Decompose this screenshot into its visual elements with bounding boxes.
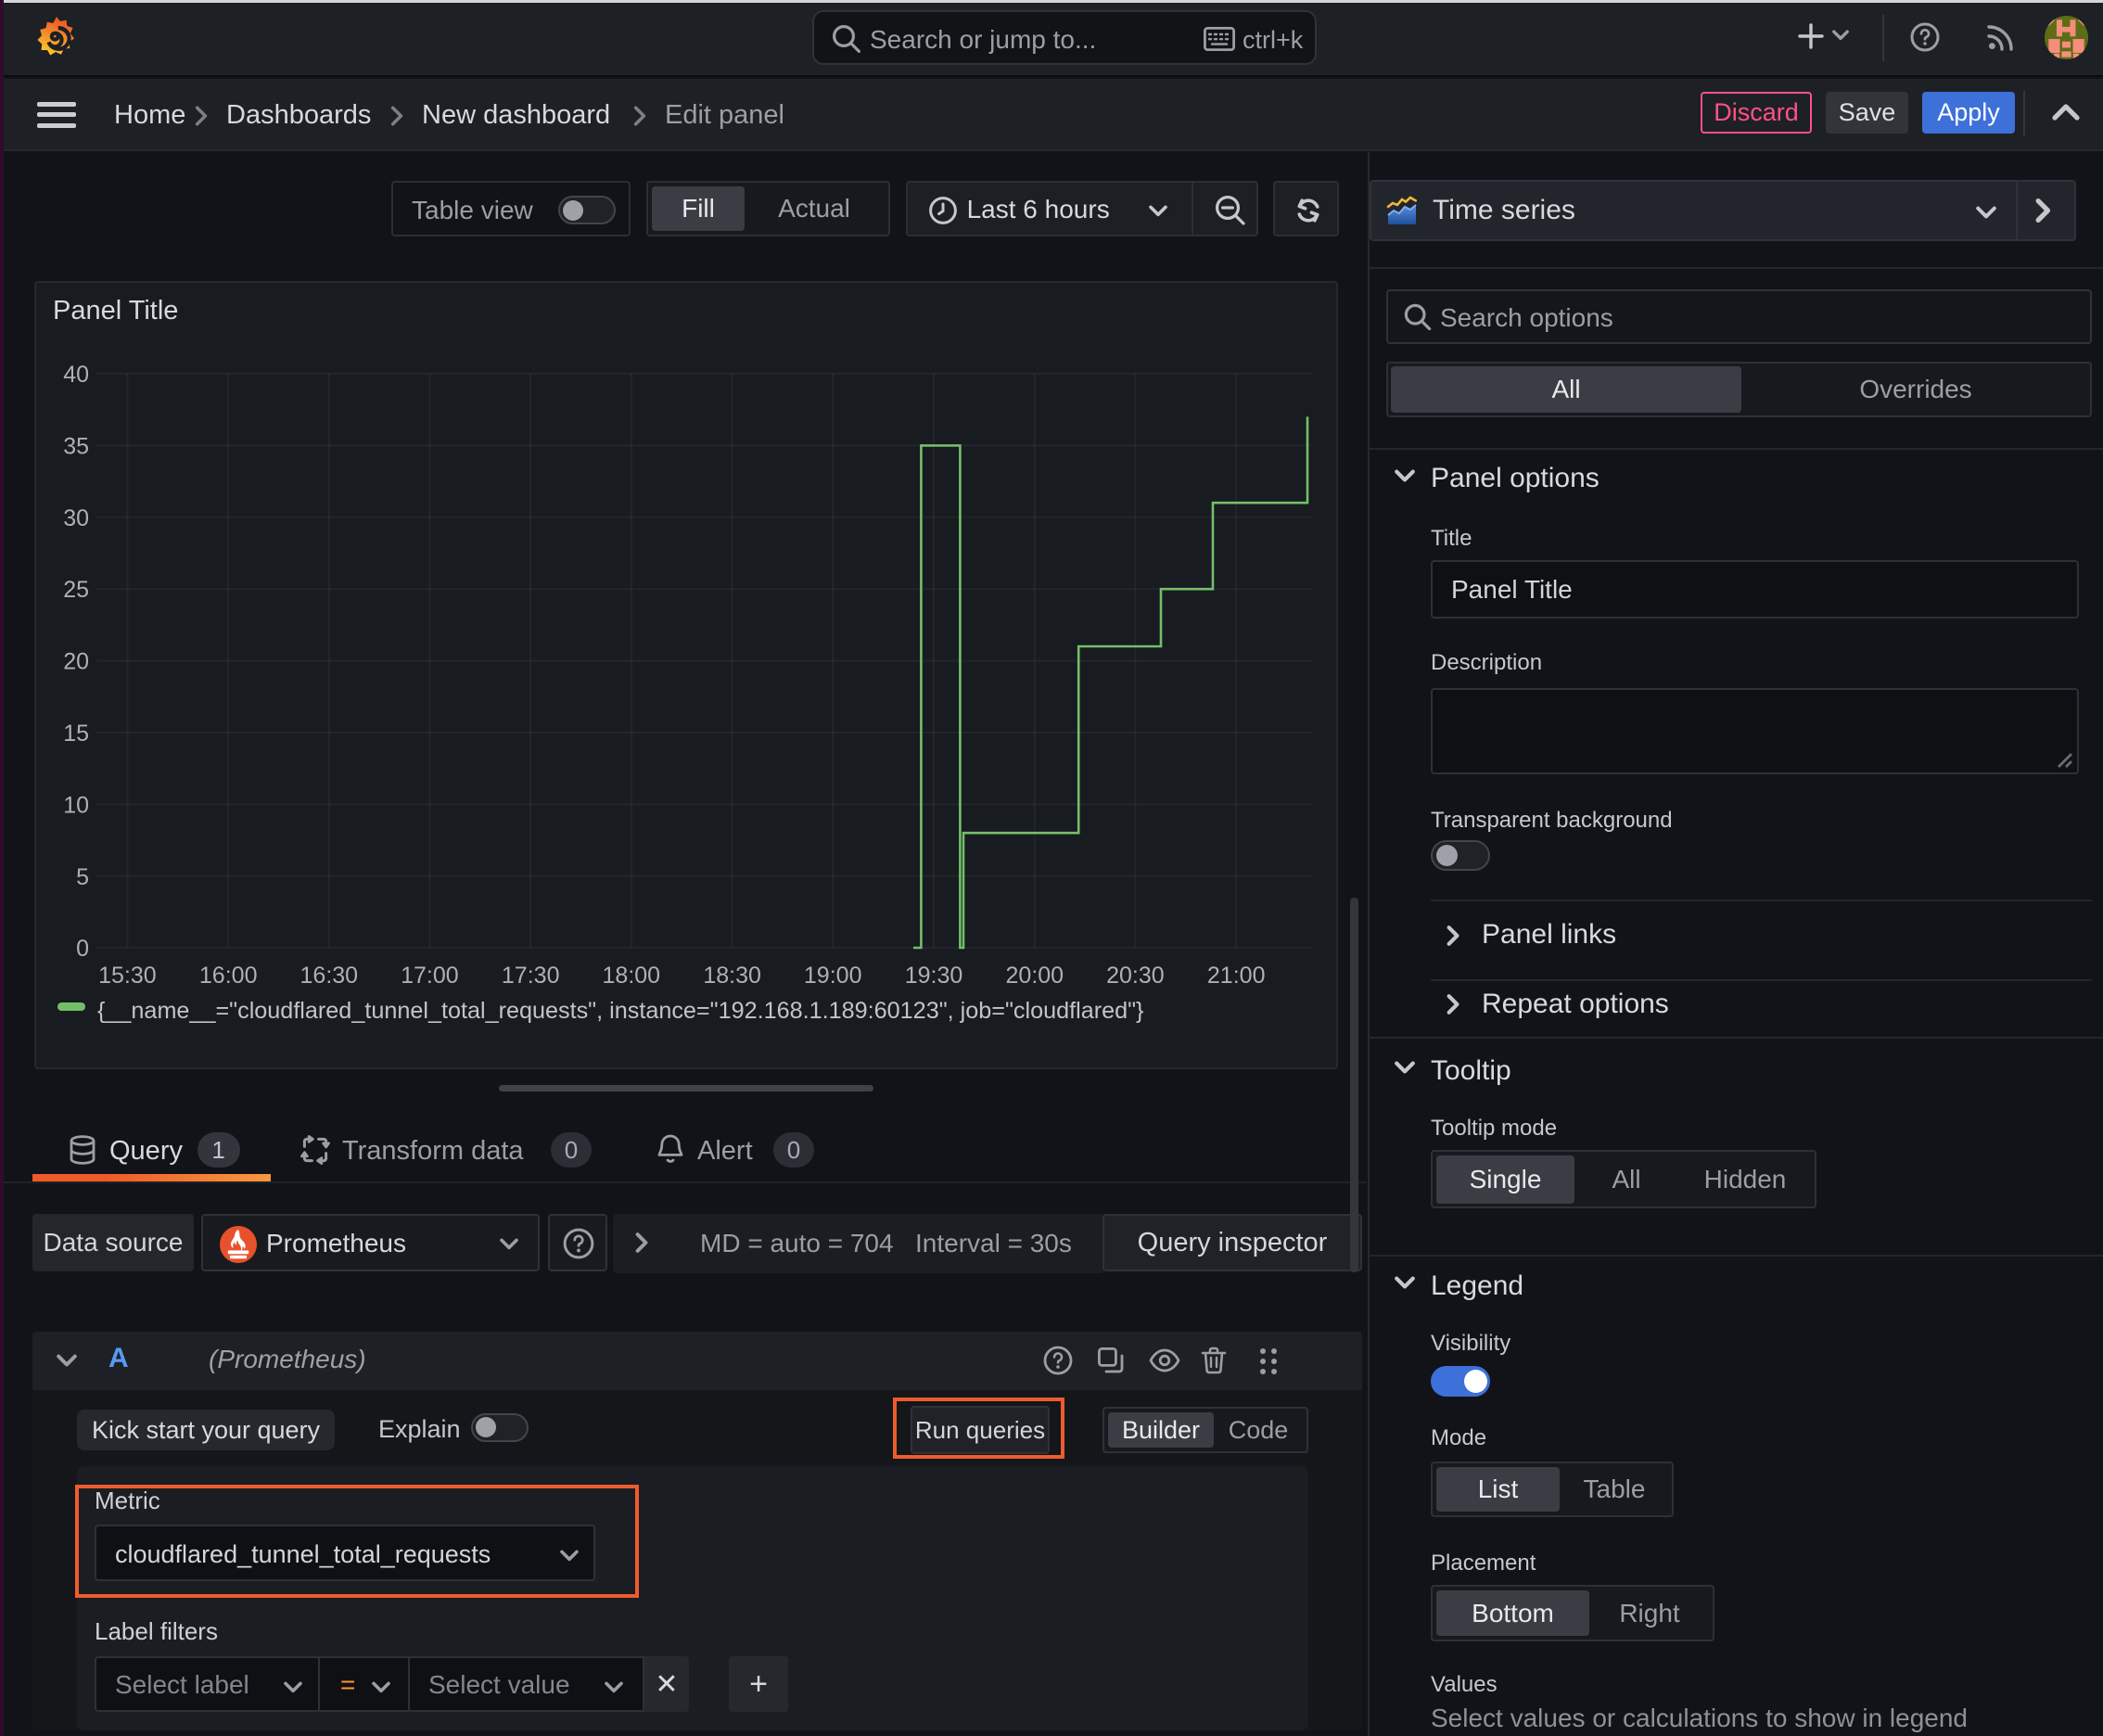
svg-text:5: 5 <box>76 864 89 890</box>
svg-text:25: 25 <box>63 577 89 603</box>
svg-text:{__name__="cloudflared_tunnel_: {__name__="cloudflared_tunnel_total_requ… <box>97 998 1143 1024</box>
svg-text:18:00: 18:00 <box>603 963 661 989</box>
svg-text:40: 40 <box>63 362 89 388</box>
svg-text:17:30: 17:30 <box>502 963 560 989</box>
svg-text:17:00: 17:00 <box>401 963 459 989</box>
svg-text:18:30: 18:30 <box>703 963 761 989</box>
svg-text:10: 10 <box>63 792 89 818</box>
svg-text:0: 0 <box>76 936 89 962</box>
svg-text:30: 30 <box>63 505 89 531</box>
svg-text:15: 15 <box>63 721 89 747</box>
svg-text:21:00: 21:00 <box>1207 963 1266 989</box>
svg-text:16:30: 16:30 <box>300 963 359 989</box>
svg-text:20:00: 20:00 <box>1006 963 1064 989</box>
svg-text:35: 35 <box>63 433 89 459</box>
svg-text:20:30: 20:30 <box>1106 963 1165 989</box>
svg-text:20: 20 <box>63 649 89 675</box>
svg-text:19:30: 19:30 <box>905 963 963 989</box>
svg-text:15:30: 15:30 <box>98 963 157 989</box>
svg-text:16:00: 16:00 <box>199 963 258 989</box>
svg-text:19:00: 19:00 <box>804 963 862 989</box>
